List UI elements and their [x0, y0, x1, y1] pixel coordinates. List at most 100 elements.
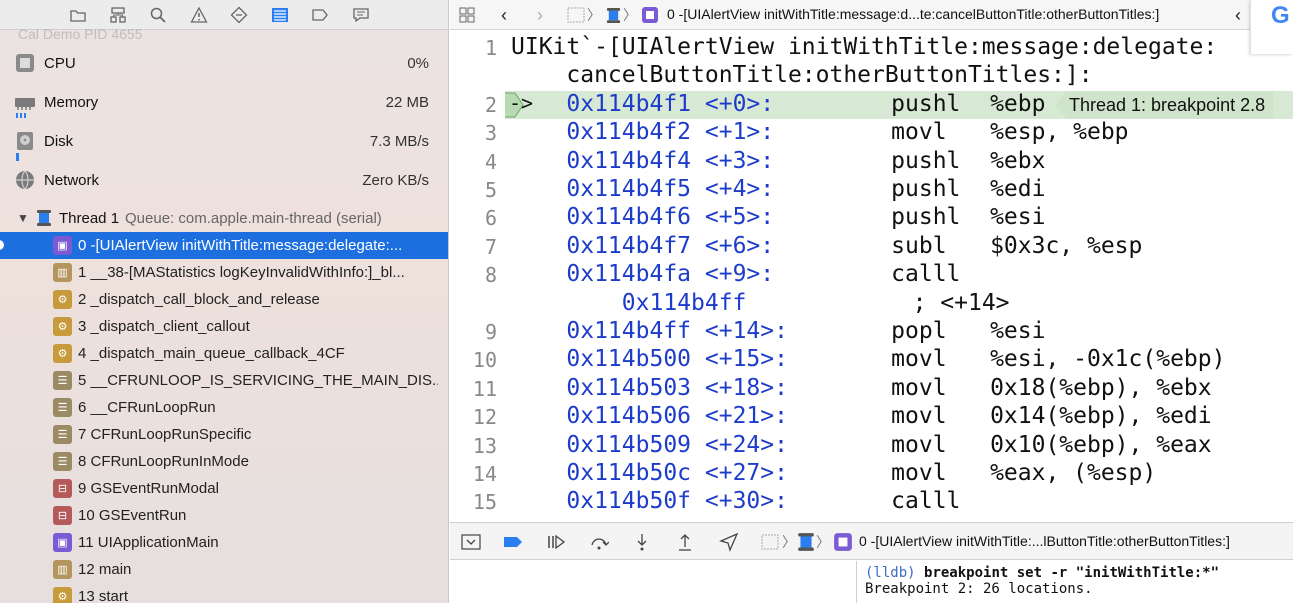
breakpoint-badge[interactable]: Thread 1: breakpoint 2.8 [1055, 90, 1274, 119]
instruction-offset: <+1>: [704, 119, 775, 146]
line-number[interactable]: 13 [450, 434, 497, 458]
symbol-header: UIKit`-[UIAlertView initWithTitle:messag… [511, 34, 1218, 60]
simulate-location-icon[interactable] [718, 531, 740, 553]
stack-frame-row[interactable]: ▥ 1 __38-[MAStatistics logKeyInvalidWithI… [0, 259, 448, 286]
thread-spool-icon[interactable] [795, 531, 817, 553]
stack-frame-row[interactable]: ⊟ 10 GSEventRun [0, 502, 448, 529]
stack-frame-row[interactable]: ☰ 6 __CFRunLoopRun [0, 394, 448, 421]
line-number[interactable]: 7 [450, 235, 497, 259]
instruction-address: 0x114b4f6 [566, 204, 692, 231]
instruction-address: 0x114b4f1 [566, 90, 692, 117]
frame-icon[interactable] [832, 531, 854, 553]
frame-icon[interactable] [640, 4, 660, 26]
warning-icon[interactable] [188, 4, 210, 26]
breakpoints-toggle-icon[interactable] [502, 531, 524, 553]
step-out-icon[interactable] [674, 531, 696, 553]
instruction-operands: %esi [990, 204, 1046, 231]
instruction-opcode: pushl [891, 176, 961, 202]
line-number[interactable]: 1 [450, 36, 497, 60]
debug-bar-frame-title[interactable]: 0 -[UIAlertView initWithTitle:...lButton… [859, 533, 1230, 549]
line-number[interactable]: 9 [450, 320, 497, 344]
code-line: 3 0x114b4f2 <+1>: movl %esp, %ebp [450, 119, 1293, 147]
lldb-console[interactable]: (lldb) breakpoint set -r "initWithTitle:… [856, 561, 1293, 603]
line-number[interactable]: 3 [450, 121, 497, 145]
disclosure-triangle-icon[interactable]: ▼ [17, 211, 29, 225]
back-arrow-icon[interactable]: ‹ [1230, 4, 1246, 26]
line-number[interactable]: 14 [450, 462, 497, 486]
hide-debug-area-icon[interactable] [460, 531, 482, 553]
stack-frame-row[interactable]: ⚙ 2 _dispatch_call_block_and_release [0, 286, 448, 313]
line-number[interactable]: 2 [450, 93, 497, 117]
related-items-icon[interactable] [456, 4, 478, 26]
gauge-cpu[interactable]: CPU 0% [0, 45, 448, 83]
folder-icon[interactable] [67, 4, 89, 26]
stack-frame-row[interactable]: ▥ 12 main [0, 556, 448, 583]
stack-frame-row[interactable]: ▣ 11 UIApplicationMain [0, 529, 448, 556]
gauge-network[interactable]: Network Zero KB/s [0, 162, 448, 200]
instruction-address: 0x114b4ff [566, 318, 692, 344]
frame-icon: ▥ [53, 560, 72, 579]
tag-icon[interactable] [309, 4, 331, 26]
jump-bar-title[interactable]: 0 -[UIAlertView initWithTitle:message:d.… [667, 6, 1159, 22]
instruction-address: 0x114b4f4 [566, 147, 692, 174]
stack-frame-label: 5 __CFRUNLOOP_IS_SERVICING_THE_MAIN_DIS.… [78, 372, 438, 389]
instruction-operands: %ebx [990, 147, 1046, 174]
device-icon[interactable] [758, 531, 782, 553]
step-over-icon[interactable] [588, 531, 610, 553]
gauge-label: Disk [44, 133, 74, 150]
path-separator-icon: 〉 [816, 534, 830, 550]
test-diamond-icon[interactable] [228, 4, 250, 26]
debug-list-icon[interactable] [269, 4, 291, 26]
line-number[interactable]: 6 [450, 206, 497, 230]
continue-icon[interactable] [545, 531, 567, 553]
line-number[interactable]: 10 [450, 348, 497, 372]
hierarchy-icon[interactable] [107, 4, 129, 26]
gauge-memory[interactable]: Memory 22 MB [0, 84, 448, 122]
stack-frame-label: 6 __CFRunLoopRun [78, 399, 216, 416]
step-into-icon[interactable] [631, 531, 653, 553]
line-number[interactable]: 5 [450, 178, 497, 202]
thread-spool-icon[interactable] [603, 4, 623, 26]
instruction-operands: 0x14(%ebp), %edi [990, 403, 1212, 430]
instruction-address: 0x114b503 [566, 374, 692, 401]
stack-frame-row[interactable]: ⚙ 4 _dispatch_main_queue_callback_4CF [0, 340, 448, 367]
frame-icon: ☰ [53, 398, 72, 417]
code-line: 1 UIKit`-[UIAlertView initWithTitle:messa… [450, 34, 1293, 62]
frame-icon: ⊟ [53, 506, 72, 525]
line-number[interactable]: 8 [450, 263, 497, 287]
message-icon[interactable] [350, 4, 372, 26]
variables-view[interactable] [450, 561, 856, 603]
line-number[interactable]: 4 [450, 150, 497, 174]
line-number[interactable]: 11 [450, 377, 497, 401]
instruction-offset: <+30>: [704, 488, 788, 515]
path-separator-icon: 〉 [782, 534, 796, 550]
stack-frame-row[interactable]: ☰ 5 __CFRUNLOOP_IS_SERVICING_THE_MAIN_DIS… [0, 367, 448, 394]
instruction-address: 0x114b50f [566, 488, 692, 515]
gauge-disk[interactable]: Disk 7.3 MB/s [0, 123, 448, 161]
code-text: 0x114b4f6 <+5>: pushl %esi [511, 204, 1045, 230]
forward-arrow-icon[interactable]: › [530, 4, 550, 26]
console-command: breakpoint set -r "initWithTitle:*" [924, 565, 1220, 581]
debug-bar: 〉 〉 0 -[UIAlertView initWithTitle:...lBu… [450, 522, 1293, 560]
stack-frame-row[interactable]: ☰ 8 CFRunLoopRunInMode [0, 448, 448, 475]
instruction-address: 0x114b506 [566, 403, 692, 430]
stack-frame-row[interactable]: ⚙ 13 start [0, 583, 448, 603]
thread-row[interactable]: ▼ Thread 1 Queue: com.apple.main-thread … [0, 205, 448, 231]
line-number[interactable]: 15 [450, 490, 497, 514]
line-number[interactable]: 12 [450, 405, 497, 429]
instruction-opcode: movl [891, 346, 947, 373]
stack-frame-row[interactable]: ⊟ 9 GSEventRunModal [0, 475, 448, 502]
search-icon[interactable] [147, 4, 169, 26]
frame-icon: ☰ [53, 371, 72, 390]
instruction-offset: <+6>: [704, 232, 775, 259]
back-arrow-icon[interactable]: ‹ [494, 4, 514, 26]
stack-frame-row[interactable]: ▣ 0 -[UIAlertView initWithTitle:message:d… [0, 232, 448, 259]
stack-frame-row[interactable]: ☰ 7 CFRunLoopRunSpecific [0, 421, 448, 448]
cpu-icon [15, 53, 35, 73]
disassembly-view[interactable]: 1 UIKit`-[UIAlertView initWithTitle:messa… [450, 34, 1293, 518]
stack-frame-row[interactable]: ⚙ 3 _dispatch_client_callout [0, 313, 448, 340]
call-target-address: 0x114b4ff [511, 289, 747, 316]
instruction-offset: <+27>: [704, 460, 788, 486]
instruction-opcode: movl [891, 374, 947, 401]
device-icon[interactable] [565, 4, 587, 26]
